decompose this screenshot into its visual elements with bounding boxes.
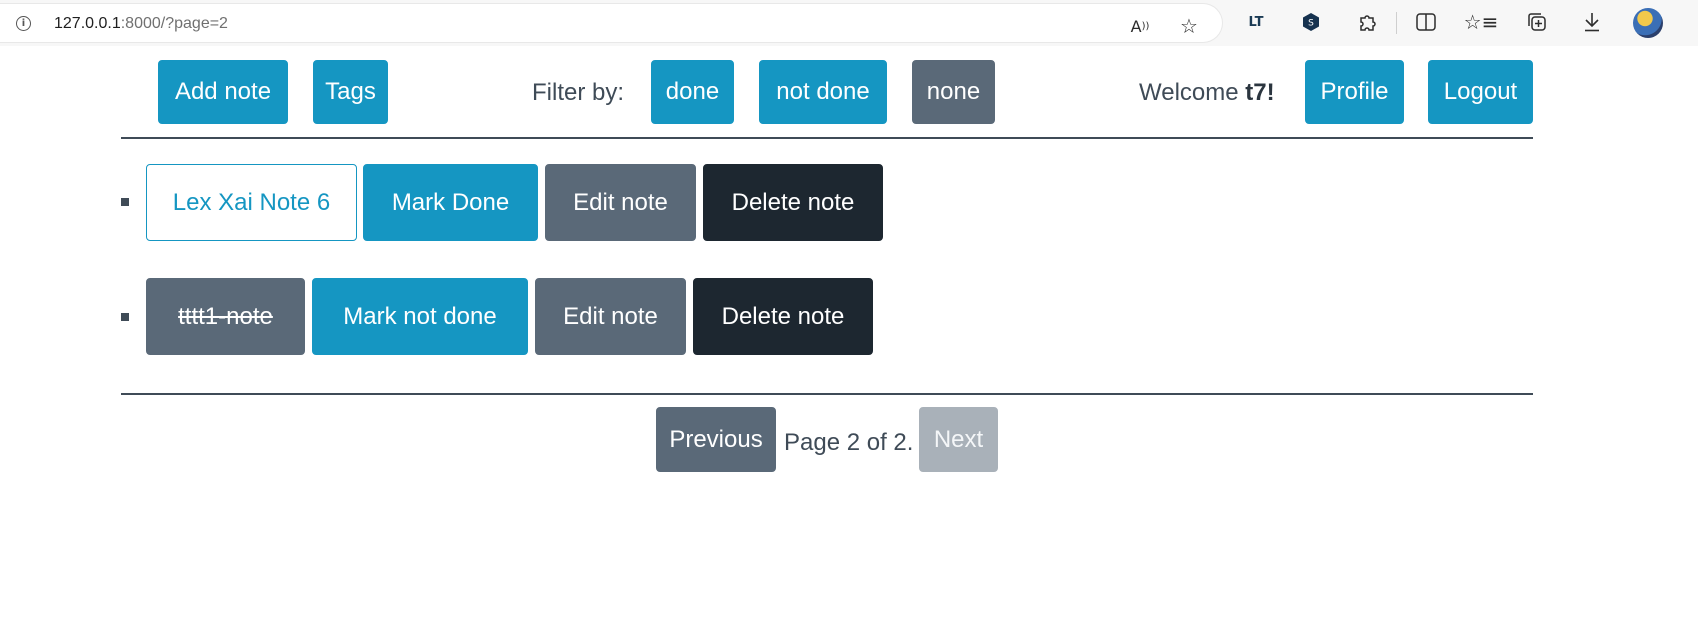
next-page-button[interactable]: Next <box>919 407 998 472</box>
extension-shield-icon[interactable]: S <box>1297 8 1325 36</box>
username: t7! <box>1245 79 1275 106</box>
note-title-button-done[interactable]: tttt1-note <box>146 278 305 355</box>
edit-note-button[interactable]: Edit note <box>545 164 696 241</box>
profile-button[interactable]: Profile <box>1305 60 1404 124</box>
svg-text:S: S <box>1308 19 1314 29</box>
bottom-divider <box>121 393 1533 395</box>
welcome-text: Welcome t7! <box>1139 79 1275 107</box>
filter-none-button[interactable]: none <box>912 60 995 124</box>
url-path: :8000/?page=2 <box>120 15 228 32</box>
list-bullet <box>121 198 129 206</box>
split-screen-icon[interactable] <box>1412 8 1440 36</box>
collections-icon[interactable] <box>1523 8 1551 36</box>
toolbar-divider <box>1396 12 1397 34</box>
top-divider <box>121 137 1533 139</box>
delete-note-button[interactable]: Delete note <box>703 164 883 241</box>
read-aloud-icon[interactable]: A)) <box>1126 12 1154 40</box>
browser-toolbar: i 127.0.0.1:8000/?page=2 A)) ☆ LT S ☆≡ <box>0 0 1698 46</box>
filter-label: Filter by: <box>532 79 625 106</box>
mark-not-done-button[interactable]: Mark not done <box>312 278 528 355</box>
filter-done-button[interactable]: done <box>651 60 734 124</box>
url-text[interactable]: 127.0.0.1:8000/?page=2 <box>54 15 228 33</box>
info-icon[interactable]: i <box>16 16 31 31</box>
extensions-icon[interactable] <box>1353 8 1381 36</box>
edit-note-button[interactable]: Edit note <box>535 278 686 355</box>
url-host: 127.0.0.1 <box>54 15 121 32</box>
add-note-button[interactable]: Add note <box>158 60 288 124</box>
previous-page-button[interactable]: Previous <box>656 407 776 472</box>
profile-avatar[interactable] <box>1633 8 1663 38</box>
page-status: Page 2 of 2. <box>784 429 914 456</box>
downloads-icon[interactable] <box>1578 8 1606 36</box>
tags-button[interactable]: Tags <box>313 60 388 124</box>
delete-note-button[interactable]: Delete note <box>693 278 873 355</box>
mark-done-button[interactable]: Mark Done <box>363 164 538 241</box>
note-title-button[interactable]: Lex Xai Note 6 <box>146 164 357 241</box>
filter-not-done-button[interactable]: not done <box>759 60 887 124</box>
logout-button[interactable]: Logout <box>1428 60 1533 124</box>
languagetool-icon[interactable]: LT <box>1242 8 1270 36</box>
address-bar[interactable]: i 127.0.0.1:8000/?page=2 A)) ☆ <box>0 4 1222 42</box>
favorite-star-icon[interactable]: ☆ <box>1175 12 1203 40</box>
list-bullet <box>121 313 129 321</box>
welcome-prefix: Welcome <box>1139 79 1246 106</box>
favorites-icon[interactable]: ☆≡ <box>1464 8 1499 36</box>
